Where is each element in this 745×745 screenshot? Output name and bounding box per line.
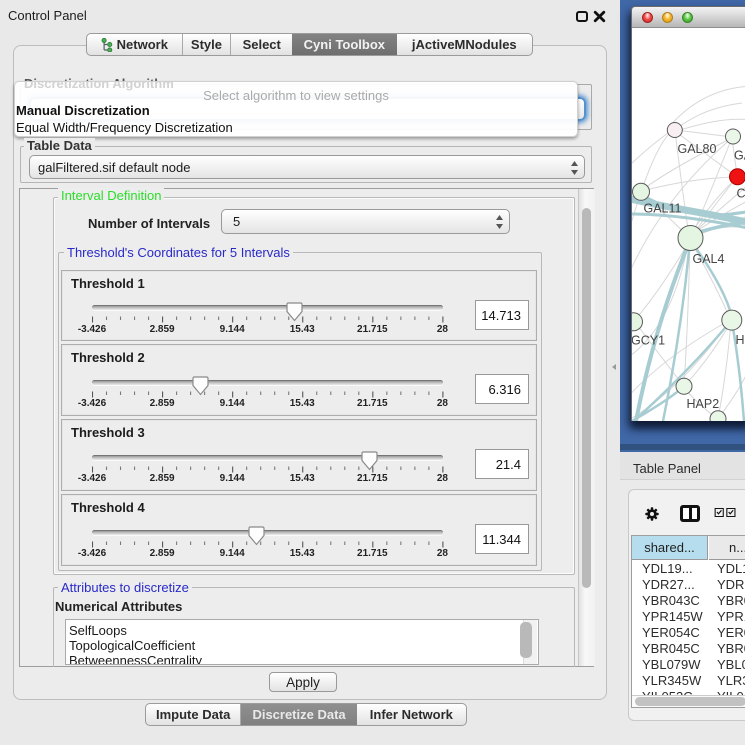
svg-text:H: H (736, 333, 745, 347)
svg-text:GCY1: GCY1 (632, 333, 665, 347)
svg-text:GAL4: GAL4 (693, 252, 725, 266)
svg-text:GAL80: GAL80 (678, 142, 717, 156)
svg-text:GAL11: GAL11 (644, 201, 682, 215)
svg-text:HAP2: HAP2 (687, 397, 720, 411)
svg-text:C: C (737, 187, 745, 201)
svg-text:GAL80: GAL80 (734, 148, 745, 162)
